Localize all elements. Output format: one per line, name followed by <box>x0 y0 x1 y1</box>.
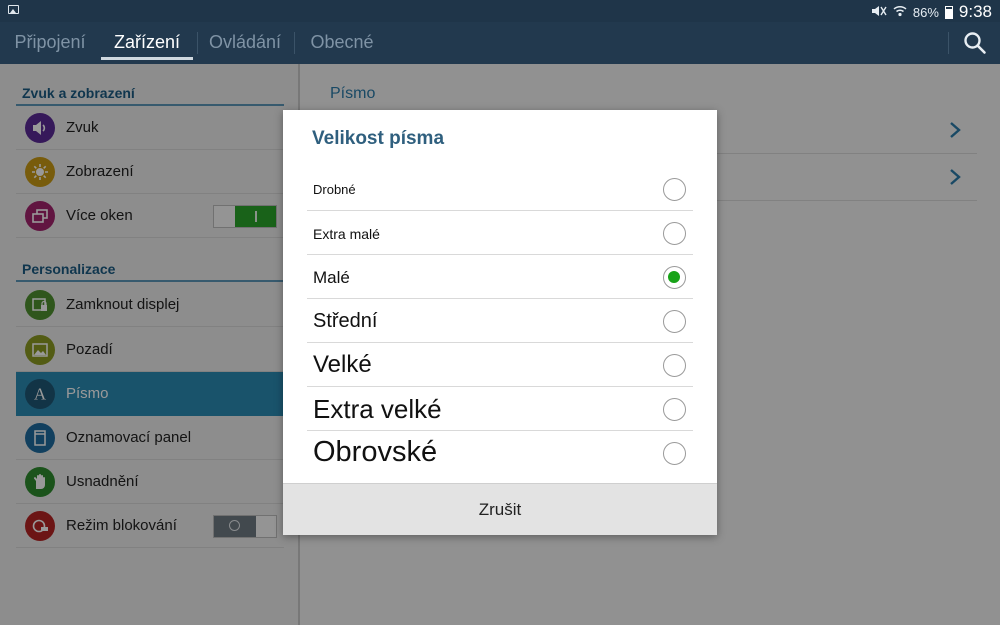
tab-divider <box>197 32 198 54</box>
option-extra-male[interactable]: Extra malé <box>307 211 693 255</box>
gallery-icon <box>8 5 19 14</box>
radio-button[interactable] <box>663 442 686 465</box>
dialog-title: Velikost písma <box>312 128 445 149</box>
battery-icon <box>944 5 953 19</box>
option-label: Drobné <box>313 182 356 197</box>
cancel-button[interactable]: Zrušit <box>283 483 717 535</box>
option-label: Obrovské <box>313 436 438 468</box>
tab-pripojeni[interactable]: Připojení <box>10 22 90 64</box>
battery-percent: 86% <box>912 4 939 20</box>
option-label: Velké <box>313 351 372 378</box>
option-label: Střední <box>313 310 378 332</box>
status-bar: 86% 9:38 <box>0 0 1000 22</box>
radio-button[interactable] <box>663 398 686 421</box>
tab-obecne[interactable]: Obecné <box>304 22 380 64</box>
radio-button[interactable] <box>663 310 686 333</box>
option-obrovske[interactable]: Obrovské <box>307 431 693 475</box>
radio-button-checked[interactable] <box>663 266 686 289</box>
option-stredni[interactable]: Střední <box>307 299 693 343</box>
tab-divider <box>294 32 295 54</box>
clock: 9:38 <box>958 2 992 21</box>
font-size-dialog: Velikost písma Drobné Extra malé Malé St… <box>283 110 717 535</box>
option-label: Extra malé <box>313 226 380 242</box>
tab-divider <box>948 32 949 54</box>
option-velke[interactable]: Velké <box>307 343 693 387</box>
search-icon[interactable] <box>962 30 988 56</box>
radio-button[interactable] <box>663 222 686 245</box>
status-icons: 86% 9:38 <box>871 2 992 22</box>
mute-icon <box>871 5 887 20</box>
tab-zarizeni[interactable]: Zařízení <box>101 22 193 64</box>
wifi-icon <box>893 5 907 20</box>
option-label: Extra velké <box>313 394 442 424</box>
action-bar: Připojení Zařízení Ovládání Obecné <box>0 22 1000 64</box>
option-label: Malé <box>313 268 350 287</box>
option-drobne[interactable]: Drobné <box>307 167 693 211</box>
option-extra-velke[interactable]: Extra velké <box>307 387 693 431</box>
option-male[interactable]: Malé <box>307 255 693 299</box>
radio-button[interactable] <box>663 178 686 201</box>
tab-ovladani[interactable]: Ovládání <box>202 22 288 64</box>
radio-button[interactable] <box>663 354 686 377</box>
